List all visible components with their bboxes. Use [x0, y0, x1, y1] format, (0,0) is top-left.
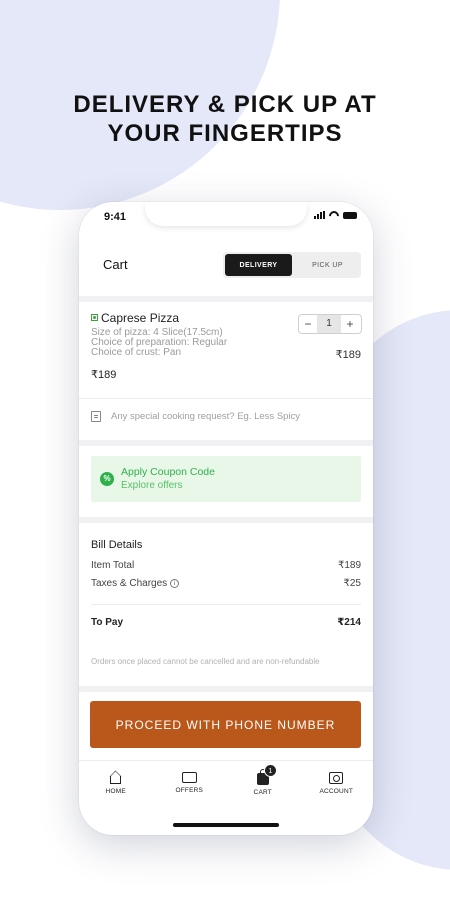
bill-row-label: Taxes & Charges — [91, 578, 168, 589]
to-pay-value: ₹214 — [337, 617, 361, 628]
item-divider — [79, 398, 373, 399]
delivery-mode-toggle: DELIVERY PICK UP — [223, 252, 361, 278]
tab-delivery[interactable]: DELIVERY — [225, 254, 292, 276]
promo-screen: DELIVERY & PICK UP AT YOUR FINGERTIPS 9:… — [0, 0, 450, 900]
tab-cart[interactable]: 1 CART — [226, 761, 300, 810]
bill-row-item-total: Item Total ₹189 — [91, 560, 361, 571]
tab-home[interactable]: HOME — [79, 761, 153, 810]
coupon-title: Apply Coupon Code — [121, 466, 215, 478]
veg-indicator-icon — [91, 314, 98, 321]
decrease-quantity-button[interactable]: − — [299, 317, 317, 331]
bill-divider — [91, 604, 361, 605]
section-divider — [79, 686, 373, 692]
phone-notch — [145, 202, 307, 226]
to-pay-label: To Pay — [91, 617, 124, 628]
special-request-placeholder: Any special cooking request? Eg. Less Sp… — [111, 411, 301, 422]
status-time: 9:41 — [104, 211, 127, 223]
item-detail-crust: Choice of crust: Pan — [91, 347, 182, 358]
increase-quantity-button[interactable]: + — [341, 317, 359, 331]
tab-label: CART — [253, 789, 272, 796]
page-title: Cart — [103, 257, 128, 272]
home-icon — [110, 776, 122, 784]
home-indicator — [173, 823, 279, 827]
apply-coupon-button[interactable]: % Apply Coupon Code Explore offers — [91, 456, 361, 502]
refund-disclaimer: Orders once placed cannot be cancelled a… — [91, 657, 320, 666]
special-request-field[interactable]: Any special cooking request? Eg. Less Sp… — [91, 411, 300, 422]
note-icon — [91, 411, 101, 422]
item-details: Size of pizza: 4 Slice(17.5cm) Choice of… — [91, 328, 227, 358]
item-name: Caprese Pizza — [101, 311, 180, 325]
headline-line-2: YOUR FINGERTIPS — [107, 120, 343, 147]
cart-item: Caprese Pizza Size of pizza: 4 Slice(17.… — [79, 306, 373, 394]
item-unit-price: ₹189 — [91, 369, 117, 381]
promo-headline: DELIVERY & PICK UP AT YOUR FINGERTIPS — [0, 90, 450, 148]
quantity-value: 1 — [317, 315, 341, 333]
account-icon — [329, 772, 344, 784]
signal-icon — [314, 211, 325, 219]
bill-row-value: ₹25 — [343, 578, 362, 589]
tab-pick-up[interactable]: PICK UP — [294, 252, 361, 278]
bill-row-to-pay: To Pay ₹214 — [91, 617, 361, 628]
bill-row-label: Item Total — [91, 560, 135, 571]
status-icons — [314, 211, 357, 219]
proceed-with-phone-button[interactable]: PROCEED WITH PHONE NUMBER — [90, 701, 361, 748]
battery-icon — [343, 211, 357, 219]
section-divider — [79, 517, 373, 523]
bill-row-value: ₹189 — [337, 560, 361, 571]
ticket-icon — [181, 772, 197, 783]
bottom-tab-bar: HOME OFFERS 1 CART ACCOUNT — [79, 760, 373, 810]
coupon-subtitle: Explore offers — [121, 480, 183, 491]
headline-line-1: DELIVERY & PICK UP AT — [73, 91, 377, 118]
bill-details-title: Bill Details — [91, 539, 143, 551]
phone-mockup: 9:41 Cart DELIVERY PICK UP Caprese Pizza… — [79, 202, 373, 835]
section-divider — [79, 296, 373, 302]
cart-header: Cart DELIVERY PICK UP — [79, 244, 373, 292]
bill-row-taxes: Taxes & Charges i ₹25 — [91, 578, 361, 589]
discount-icon: % — [100, 472, 114, 486]
tab-label: OFFERS — [175, 787, 204, 794]
tab-offers[interactable]: OFFERS — [153, 761, 227, 810]
bill-row-label-wrap: Taxes & Charges i — [91, 578, 180, 589]
tab-label: ACCOUNT — [319, 788, 354, 795]
wifi-icon — [329, 211, 339, 219]
item-line-total: ₹189 — [335, 349, 361, 361]
info-icon[interactable]: i — [170, 578, 180, 588]
quantity-stepper: − 1 + — [298, 314, 362, 334]
tab-label: HOME — [105, 788, 126, 795]
cart-count-badge: 1 — [264, 764, 277, 777]
section-divider — [79, 440, 373, 446]
tab-account[interactable]: ACCOUNT — [300, 761, 374, 810]
